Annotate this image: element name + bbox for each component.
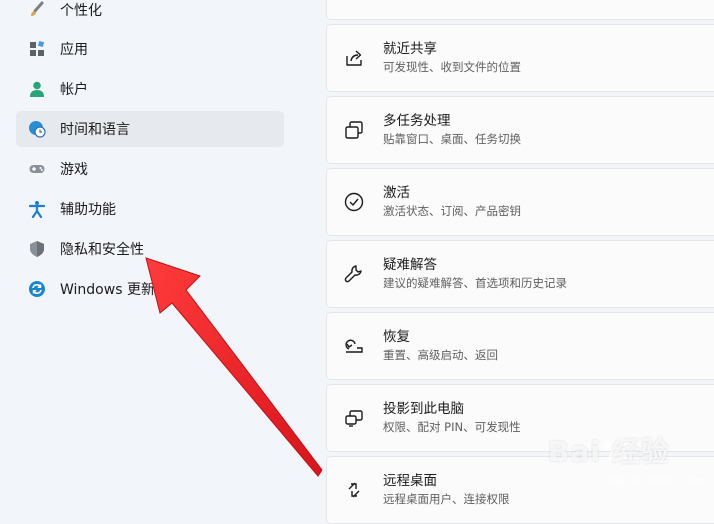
settings-sidebar: 个性化 应用 帐户 时间和语言 游戏 辅助功能 隐私和安全性 Windows 更… [0, 0, 300, 502]
wrench-icon [343, 263, 365, 285]
remote-desktop-icon [343, 479, 365, 501]
check-circle-icon [343, 191, 365, 213]
watermark-subtext: jingyan.baidu.com [604, 474, 706, 487]
sidebar-item-label: 个性化 [60, 3, 102, 19]
sidebar-item-apps[interactable]: 应用 [16, 31, 284, 67]
apps-icon [28, 40, 46, 58]
sidebar-item-personalization[interactable]: 个性化 [16, 0, 284, 28]
sidebar-item-label: 时间和语言 [60, 122, 130, 138]
card-subtitle: 权限、配对 PIN、可发现性 [383, 420, 521, 434]
sidebar-item-label: 辅助功能 [60, 202, 116, 218]
person-icon [28, 80, 46, 98]
brush-icon [28, 1, 46, 19]
sidebar-item-label: 应用 [60, 42, 88, 58]
card-recovery[interactable]: 恢复 重置、高级启动、返回 [326, 312, 714, 380]
card-subtitle: 可发现性、收到文件的位置 [383, 60, 521, 74]
sidebar-item-label: 隐私和安全性 [60, 242, 144, 258]
card-subtitle: 贴靠窗口、桌面、任务切换 [383, 132, 521, 146]
sidebar-item-time-language[interactable]: 时间和语言 [16, 111, 284, 147]
card-title: 激活 [383, 185, 410, 201]
shield-icon [28, 240, 46, 258]
card-title: 远程桌面 [383, 473, 437, 489]
gamepad-icon [28, 160, 46, 178]
card-troubleshoot[interactable]: 疑难解答 建议的疑难解答、首选项和历史记录 [326, 240, 714, 308]
share-icon [343, 47, 365, 69]
sidebar-item-accessibility[interactable]: 辅助功能 [16, 191, 284, 227]
card-subtitle: 远程桌面用户、连接权限 [383, 492, 510, 506]
sidebar-item-label: 帐户 [60, 82, 88, 98]
sidebar-item-accounts[interactable]: 帐户 [16, 71, 284, 107]
sidebar-item-gaming[interactable]: 游戏 [16, 151, 284, 187]
card-subtitle: 激活状态、订阅、产品密钥 [383, 204, 521, 218]
card-title: 就近共享 [383, 41, 437, 57]
globe-clock-icon [28, 120, 46, 138]
multitask-icon [343, 119, 365, 141]
sidebar-item-label: Windows 更新 [60, 282, 155, 298]
card-subtitle: 重置、高级启动、返回 [383, 348, 498, 362]
card-activation[interactable]: 激活 激活状态、订阅、产品密钥 [326, 168, 714, 236]
card-nearby-sharing[interactable]: 就近共享 可发现性、收到文件的位置 [326, 24, 714, 92]
sidebar-item-privacy-security[interactable]: 隐私和安全性 [16, 231, 284, 267]
card-title: 多任务处理 [383, 113, 451, 129]
project-icon [343, 407, 365, 429]
accessibility-icon [28, 200, 46, 218]
sidebar-item-label: 游戏 [60, 162, 88, 178]
watermark-text: Bai 经验 [548, 435, 670, 468]
update-icon [28, 280, 46, 298]
card-multitasking[interactable]: 多任务处理 贴靠窗口、桌面、任务切换 [326, 96, 714, 164]
recovery-icon [343, 335, 365, 357]
sidebar-item-windows-update[interactable]: Windows 更新 [16, 271, 284, 307]
card-partial-top[interactable] [326, 0, 714, 20]
card-title: 疑难解答 [383, 257, 437, 273]
card-subtitle: 建议的疑难解答、首选项和历史记录 [383, 276, 567, 290]
card-title: 恢复 [383, 329, 410, 345]
card-title: 投影到此电脑 [383, 401, 464, 417]
